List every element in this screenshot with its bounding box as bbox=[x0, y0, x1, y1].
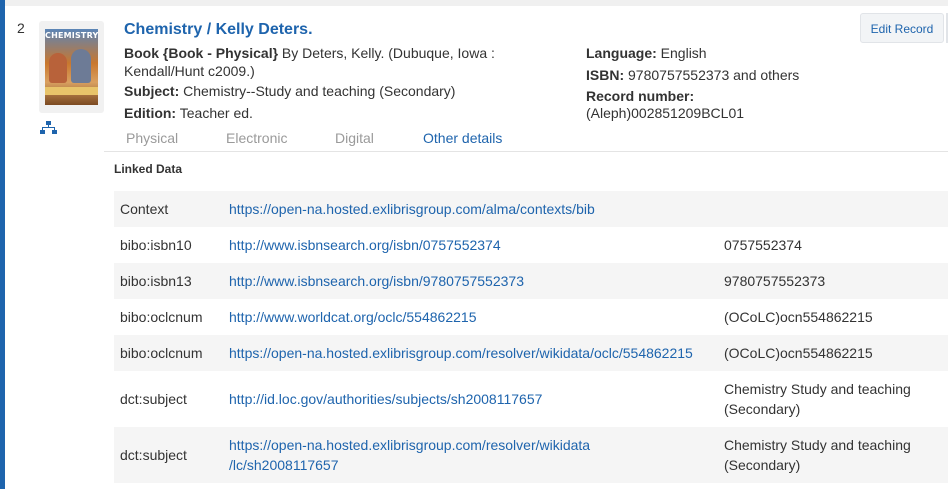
link-line[interactable]: /lc/sh2008117657 bbox=[229, 455, 590, 475]
link-line[interactable]: http://www.worldcat.org/oclc/554862215 bbox=[229, 307, 476, 327]
linked-data-key: bibo:oclcnum bbox=[120, 345, 203, 361]
cover-band bbox=[45, 87, 98, 95]
selected-row-indicator bbox=[0, 0, 5, 489]
linked-data-link[interactable]: http://id.loc.gov/authorities/subjects/s… bbox=[229, 389, 542, 409]
subject-label: Subject: bbox=[124, 83, 180, 99]
record-format-line: Book {Book - Physical} By Deters, Kelly.… bbox=[124, 44, 564, 62]
linked-data-key: bibo:isbn10 bbox=[120, 237, 192, 253]
linked-data-link[interactable]: http://www.worldcat.org/oclc/554862215 bbox=[229, 307, 476, 327]
linked-data-link[interactable]: http://www.isbnsearch.org/isbn/978075755… bbox=[229, 271, 524, 291]
value-line: (Secondary) bbox=[724, 457, 801, 473]
edition-value: Teacher ed. bbox=[176, 105, 253, 121]
linked-data-key: dct:subject bbox=[120, 447, 187, 463]
subject-value: Chemistry--Study and teaching (Secondary… bbox=[179, 83, 456, 99]
top-strip bbox=[0, 0, 948, 6]
table-row: dct:subject http://id.loc.gov/authoritie… bbox=[114, 371, 948, 427]
record-number-value: (Aleph)002851209BCL01 bbox=[586, 105, 745, 121]
linked-data-title: Linked Data bbox=[114, 162, 183, 176]
linked-data-key: bibo:oclcnum bbox=[120, 309, 203, 325]
record-title[interactable]: Chemistry / Kelly Deters. bbox=[124, 21, 313, 39]
publisher-text: Kendall/Hunt c2009.) bbox=[124, 63, 255, 79]
isbn-line: ISBN: 9780757552373 and others bbox=[586, 66, 799, 84]
hierarchy-icon[interactable] bbox=[40, 121, 57, 134]
value-line: Chemistry Study and teaching bbox=[724, 437, 911, 453]
tab-other-details[interactable]: Other details bbox=[423, 130, 502, 146]
linked-data-key: dct:subject bbox=[120, 391, 187, 407]
edition-label: Edition: bbox=[124, 105, 177, 121]
table-row: bibo:isbn10 http://www.isbnsearch.org/is… bbox=[114, 227, 948, 263]
subject-line: Subject: Chemistry--Study and teaching (… bbox=[124, 82, 455, 100]
isbn-label: ISBN: bbox=[586, 67, 625, 83]
language-value: English bbox=[656, 45, 707, 61]
linked-data-value: (OCoLC)ocn554862215 bbox=[724, 343, 873, 363]
format-label: Book {Book - Physical} bbox=[124, 45, 279, 61]
value-line: (OCoLC)ocn554862215 bbox=[724, 309, 873, 325]
isbn-value: 9780757552373 and others bbox=[624, 67, 800, 83]
linked-data-link[interactable]: https://open-na.hosted.exlibrisgroup.com… bbox=[229, 435, 590, 475]
linked-data-value: (OCoLC)ocn554862215 bbox=[724, 307, 873, 327]
value-line: 0757552374 bbox=[724, 237, 802, 253]
linked-data-key: bibo:isbn13 bbox=[120, 273, 192, 289]
link-line[interactable]: https://open-na.hosted.exlibrisgroup.com… bbox=[229, 199, 595, 219]
tab-digital[interactable]: Digital bbox=[335, 130, 374, 146]
tab-physical[interactable]: Physical bbox=[126, 130, 178, 146]
author-text: By Deters, Kelly. (Dubuque, Iowa : bbox=[278, 45, 495, 61]
tab-divider bbox=[104, 151, 948, 152]
cover-title: CHEMISTRY bbox=[45, 31, 98, 40]
linked-data-key: Context bbox=[120, 201, 169, 217]
link-line[interactable]: http://www.isbnsearch.org/isbn/978075755… bbox=[229, 271, 524, 291]
table-row: dct:subject https://open-na.hosted.exlib… bbox=[114, 427, 948, 483]
table-row: bibo:isbn13 http://www.isbnsearch.org/is… bbox=[114, 263, 948, 299]
link-line[interactable]: https://open-na.hosted.exlibrisgroup.com… bbox=[229, 343, 693, 363]
linked-data-link[interactable]: https://open-na.hosted.exlibrisgroup.com… bbox=[229, 199, 595, 219]
linked-data-value: 9780757552373 bbox=[724, 271, 825, 291]
record-number-label: Record number: bbox=[586, 87, 694, 105]
value-line: (OCoLC)ocn554862215 bbox=[724, 345, 873, 361]
value-line: Chemistry Study and teaching bbox=[724, 381, 911, 397]
linked-data-link[interactable]: https://open-na.hosted.exlibrisgroup.com… bbox=[229, 343, 693, 363]
link-line[interactable]: http://id.loc.gov/authorities/subjects/s… bbox=[229, 389, 542, 409]
edition-line: Edition: Teacher ed. bbox=[124, 104, 253, 122]
linked-data-value: Chemistry Study and teaching (Secondary) bbox=[724, 379, 911, 419]
value-line: 9780757552373 bbox=[724, 273, 826, 289]
linked-data-value: Chemistry Study and teaching (Secondary) bbox=[724, 435, 911, 475]
book-thumbnail[interactable]: CHEMISTRY bbox=[39, 21, 104, 113]
book-cover-image: CHEMISTRY bbox=[45, 29, 98, 105]
edit-record-button[interactable]: Edit Record bbox=[860, 13, 944, 43]
language-label: Language: bbox=[586, 45, 657, 61]
cover-figure-left bbox=[49, 53, 67, 83]
table-row: bibo:oclcnum http://www.worldcat.org/ocl… bbox=[114, 299, 948, 335]
linked-data-link[interactable]: http://www.isbnsearch.org/isbn/075755237… bbox=[229, 235, 501, 255]
link-line[interactable]: http://www.isbnsearch.org/isbn/075755237… bbox=[229, 235, 501, 255]
result-number: 2 bbox=[17, 20, 25, 36]
table-row: Context https://open-na.hosted.exlibrisg… bbox=[114, 191, 948, 227]
tab-electronic[interactable]: Electronic bbox=[226, 130, 287, 146]
table-row: bibo:oclcnum https://open-na.hosted.exli… bbox=[114, 335, 948, 371]
record-number-label-text: Record number: bbox=[586, 88, 695, 104]
link-line[interactable]: https://open-na.hosted.exlibrisgroup.com… bbox=[229, 435, 590, 455]
value-line: (Secondary) bbox=[724, 401, 801, 417]
linked-data-value: 0757552374 bbox=[724, 235, 802, 255]
cover-figure-right bbox=[71, 49, 91, 83]
language-line: Language: English bbox=[586, 44, 707, 62]
